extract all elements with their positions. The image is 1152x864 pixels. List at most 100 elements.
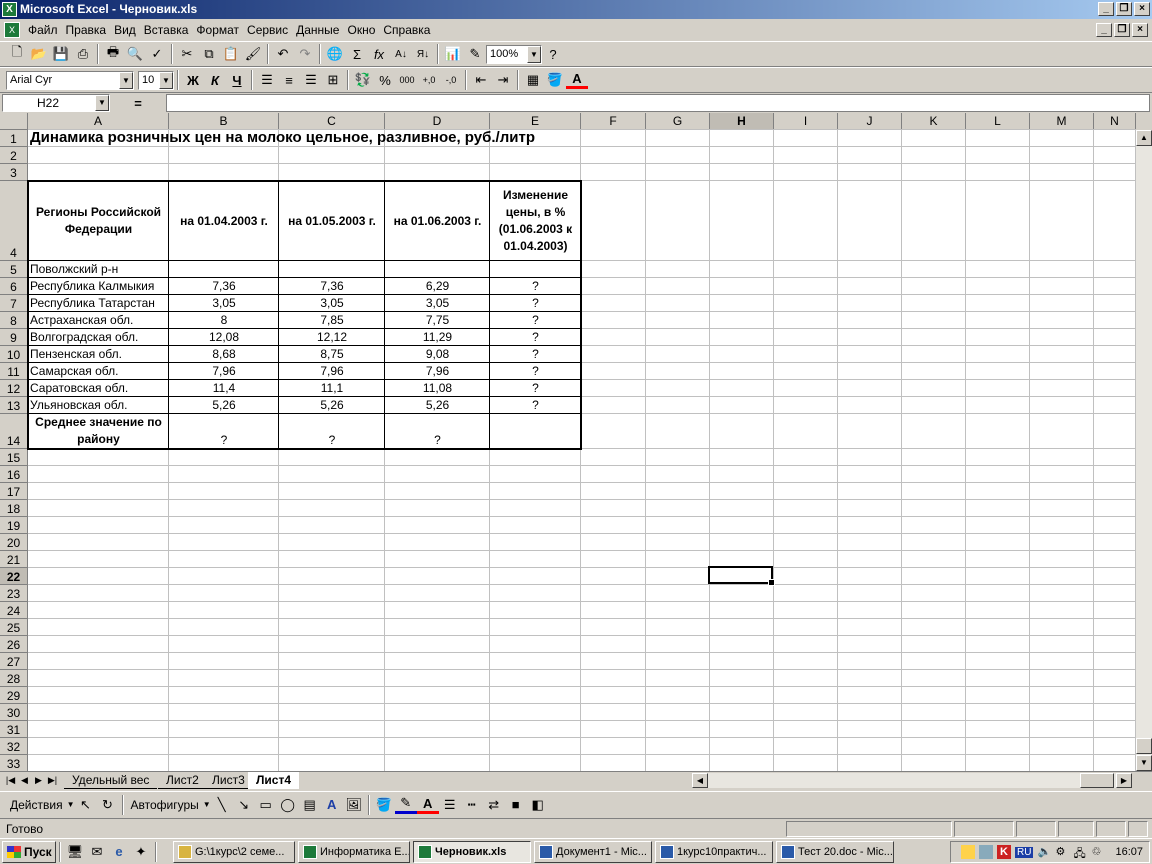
header-date-3[interactable]: на 01.06.2003 г.: [387, 181, 488, 260]
borders-icon[interactable]: ▦: [522, 69, 544, 91]
open-icon[interactable]: 📂: [28, 43, 50, 65]
format-painter-icon[interactable]: 🖌: [242, 43, 264, 65]
price-change[interactable]: ?: [492, 278, 579, 294]
align-right-icon[interactable]: ☰: [300, 69, 322, 91]
price-apr[interactable]: 5,26: [171, 397, 277, 413]
align-center-icon[interactable]: ≡: [278, 69, 300, 91]
price-may[interactable]: 8,75: [281, 346, 383, 362]
scroll-up-icon[interactable]: ▲: [1136, 130, 1152, 146]
oval-icon[interactable]: ◯: [277, 794, 299, 816]
price-jun[interactable]: 9,08: [387, 346, 488, 362]
column-header-h[interactable]: H: [710, 113, 774, 130]
scroll-right-icon[interactable]: ▶: [1116, 773, 1132, 788]
ie-icon[interactable]: e: [108, 841, 130, 863]
price-apr[interactable]: 7,96: [171, 363, 277, 379]
row-header-18[interactable]: 18: [0, 500, 28, 517]
price-jun[interactable]: 7,96: [387, 363, 488, 379]
row-header-20[interactable]: 20: [0, 534, 28, 551]
price-jun[interactable]: 6,29: [387, 278, 488, 294]
price-may[interactable]: 7,96: [281, 363, 383, 379]
column-header-l[interactable]: L: [966, 113, 1030, 130]
print-icon[interactable]: 🖶: [102, 43, 124, 65]
price-change[interactable]: ?: [492, 295, 579, 311]
region-name[interactable]: Республика Татарстан: [30, 295, 167, 311]
actions-menu[interactable]: Действия: [6, 798, 67, 812]
region-name[interactable]: Республика Калмыкия: [30, 278, 167, 294]
chevron-down-icon[interactable]: ▼: [119, 71, 133, 89]
thousands-button[interactable]: 000: [396, 69, 418, 91]
price-apr[interactable]: 7,36: [171, 278, 277, 294]
print-preview-icon[interactable]: 🔍: [124, 43, 146, 65]
row-header-29[interactable]: 29: [0, 687, 28, 704]
price-change[interactable]: ?: [492, 363, 579, 379]
workbook-icon[interactable]: X: [4, 22, 20, 38]
district-label[interactable]: Поволжский р-н: [30, 261, 167, 277]
network-icon[interactable]: 🖧: [1073, 845, 1087, 860]
row-header-26[interactable]: 26: [0, 636, 28, 653]
start-button[interactable]: Пуск: [2, 840, 56, 863]
header-change[interactable]: Изменение цены, в % (01.06.2003 к 01.04.…: [492, 181, 579, 260]
column-header-k[interactable]: K: [902, 113, 966, 130]
price-jun[interactable]: 11,29: [387, 329, 488, 345]
decrease-decimal-icon[interactable]: -,0: [440, 69, 462, 91]
price-may[interactable]: 7,85: [281, 312, 383, 328]
column-header-d[interactable]: D: [385, 113, 490, 130]
help-icon[interactable]: ?: [542, 43, 564, 65]
price-may[interactable]: 3,05: [281, 295, 383, 311]
price-apr[interactable]: 8: [171, 312, 277, 328]
scroll-down-icon[interactable]: ▼: [1136, 755, 1152, 771]
row-header-5[interactable]: 5: [0, 261, 28, 278]
column-header-m[interactable]: M: [1030, 113, 1094, 130]
region-name[interactable]: Ульяновская обл.: [30, 397, 167, 413]
select-all-corner[interactable]: [0, 113, 28, 130]
price-apr[interactable]: 11,4: [171, 380, 277, 396]
show-desktop-icon[interactable]: 🖥: [64, 841, 86, 863]
language-indicator[interactable]: RU: [1015, 846, 1034, 858]
worksheet-grid[interactable]: A B C D E F G H I J K L M N 1 2 3 4 5 6 7 8 9 10 11 12 13 14 15 16 17 1…: [0, 113, 1136, 771]
copy-icon[interactable]: ⧉: [198, 43, 220, 65]
first-sheet-icon[interactable]: |◀: [4, 773, 17, 788]
align-left-icon[interactable]: ☰: [256, 69, 278, 91]
menu-tools[interactable]: Сервис: [243, 20, 292, 40]
prev-sheet-icon[interactable]: ◀: [18, 773, 31, 788]
price-change[interactable]: ?: [492, 397, 579, 413]
row-header-23[interactable]: 23: [0, 585, 28, 602]
save-icon[interactable]: 💾: [50, 43, 72, 65]
tray-icon[interactable]: [961, 845, 976, 859]
quicklaunch-icon[interactable]: ✦: [130, 841, 152, 863]
price-jun[interactable]: 7,75: [387, 312, 488, 328]
task-excel-active[interactable]: Черновик.xls: [413, 840, 531, 863]
row-header-16[interactable]: 16: [0, 466, 28, 483]
rotate-icon[interactable]: ↻: [97, 794, 119, 816]
insert-function-icon[interactable]: fx: [368, 43, 390, 65]
fill-color-icon[interactable]: 🪣: [373, 794, 395, 816]
price-jun[interactable]: 3,05: [387, 295, 488, 311]
region-name[interactable]: Астраханская обл.: [30, 312, 167, 328]
price-jun[interactable]: 11,08: [387, 380, 488, 396]
row-header-7[interactable]: 7: [0, 295, 28, 312]
vertical-scrollbar[interactable]: ▲ ▼: [1136, 130, 1152, 771]
region-name[interactable]: Самарская обл.: [30, 363, 167, 379]
row-header-3[interactable]: 3: [0, 164, 28, 181]
price-may[interactable]: 12,12: [281, 329, 383, 345]
price-jun[interactable]: 5,26: [387, 397, 488, 413]
line-icon[interactable]: ╲: [211, 794, 233, 816]
column-header-g[interactable]: G: [646, 113, 710, 130]
formula-input[interactable]: [166, 94, 1150, 112]
font-color-icon[interactable]: A: [566, 71, 588, 89]
zoom-select[interactable]: 100% ▼: [486, 44, 542, 64]
header-region[interactable]: Регионы Российской Федерации: [30, 181, 167, 260]
select-objects-icon[interactable]: ↖: [75, 794, 97, 816]
autoshapes-menu[interactable]: Автофигуры: [127, 798, 203, 812]
tray-icon[interactable]: ♲: [1091, 845, 1105, 859]
last-sheet-icon[interactable]: ▶|: [46, 773, 59, 788]
fill-color-icon[interactable]: 🪣: [544, 69, 566, 91]
doc-minimize-button[interactable]: _: [1096, 23, 1112, 37]
underline-button[interactable]: Ч: [226, 69, 248, 91]
clipart-icon[interactable]: 🖼: [343, 794, 365, 816]
name-box[interactable]: H22 ▼: [2, 94, 110, 112]
arrow-style-icon[interactable]: ⇄: [483, 794, 505, 816]
row-header-1[interactable]: 1: [0, 130, 28, 147]
header-date-2[interactable]: на 01.05.2003 г.: [281, 181, 383, 260]
paste-icon[interactable]: 📋: [220, 43, 242, 65]
